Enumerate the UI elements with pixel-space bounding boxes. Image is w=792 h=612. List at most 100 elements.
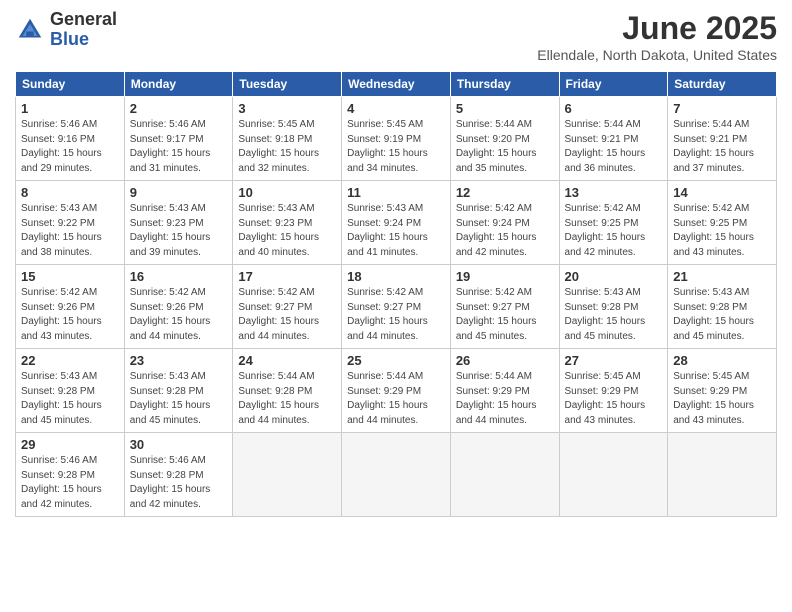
day-info: Sunrise: 5:46 AMSunset: 9:28 PMDaylight:… [130,455,211,510]
day-number: 28 [673,353,771,368]
day-number: 20 [565,269,663,284]
day-number: 25 [347,353,445,368]
day-info: Sunrise: 5:45 AMSunset: 9:29 PMDaylight:… [565,371,646,426]
logo-general: General [50,10,117,30]
table-row: 1 Sunrise: 5:46 AMSunset: 9:16 PMDayligh… [16,97,125,181]
table-row: 25 Sunrise: 5:44 AMSunset: 9:29 PMDaylig… [342,349,451,433]
table-row: 7 Sunrise: 5:44 AMSunset: 9:21 PMDayligh… [668,97,777,181]
table-row [233,433,342,517]
table-row: 12 Sunrise: 5:42 AMSunset: 9:24 PMDaylig… [450,181,559,265]
table-row: 10 Sunrise: 5:43 AMSunset: 9:23 PMDaylig… [233,181,342,265]
table-row: 13 Sunrise: 5:42 AMSunset: 9:25 PMDaylig… [559,181,668,265]
day-info: Sunrise: 5:43 AMSunset: 9:23 PMDaylight:… [130,203,211,258]
logo: General Blue [15,10,117,50]
table-row: 5 Sunrise: 5:44 AMSunset: 9:20 PMDayligh… [450,97,559,181]
day-number: 24 [238,353,336,368]
table-row: 24 Sunrise: 5:44 AMSunset: 9:28 PMDaylig… [233,349,342,433]
table-row: 21 Sunrise: 5:43 AMSunset: 9:28 PMDaylig… [668,265,777,349]
table-row: 9 Sunrise: 5:43 AMSunset: 9:23 PMDayligh… [124,181,233,265]
header-saturday: Saturday [668,72,777,97]
day-number: 4 [347,101,445,116]
day-number: 10 [238,185,336,200]
day-info: Sunrise: 5:46 AMSunset: 9:28 PMDaylight:… [21,455,102,510]
day-number: 1 [21,101,119,116]
table-row: 30 Sunrise: 5:46 AMSunset: 9:28 PMDaylig… [124,433,233,517]
day-number: 30 [130,437,228,452]
table-row: 8 Sunrise: 5:43 AMSunset: 9:22 PMDayligh… [16,181,125,265]
table-row [559,433,668,517]
day-info: Sunrise: 5:43 AMSunset: 9:22 PMDaylight:… [21,203,102,258]
day-number: 5 [456,101,554,116]
day-info: Sunrise: 5:42 AMSunset: 9:25 PMDaylight:… [673,203,754,258]
page: General Blue June 2025 Ellendale, North … [0,0,792,612]
day-number: 9 [130,185,228,200]
day-info: Sunrise: 5:44 AMSunset: 9:20 PMDaylight:… [456,119,537,174]
header-wednesday: Wednesday [342,72,451,97]
day-info: Sunrise: 5:42 AMSunset: 9:27 PMDaylight:… [456,287,537,342]
day-number: 19 [456,269,554,284]
header-tuesday: Tuesday [233,72,342,97]
day-info: Sunrise: 5:44 AMSunset: 9:28 PMDaylight:… [238,371,319,426]
day-info: Sunrise: 5:44 AMSunset: 9:21 PMDaylight:… [673,119,754,174]
table-row: 2 Sunrise: 5:46 AMSunset: 9:17 PMDayligh… [124,97,233,181]
day-number: 22 [21,353,119,368]
table-row: 28 Sunrise: 5:45 AMSunset: 9:29 PMDaylig… [668,349,777,433]
table-row [668,433,777,517]
day-number: 17 [238,269,336,284]
logo-icon [15,15,45,45]
table-row: 14 Sunrise: 5:42 AMSunset: 9:25 PMDaylig… [668,181,777,265]
day-info: Sunrise: 5:42 AMSunset: 9:26 PMDaylight:… [130,287,211,342]
table-row: 19 Sunrise: 5:42 AMSunset: 9:27 PMDaylig… [450,265,559,349]
table-row: 20 Sunrise: 5:43 AMSunset: 9:28 PMDaylig… [559,265,668,349]
day-number: 26 [456,353,554,368]
day-number: 13 [565,185,663,200]
table-row: 11 Sunrise: 5:43 AMSunset: 9:24 PMDaylig… [342,181,451,265]
day-number: 8 [21,185,119,200]
day-number: 12 [456,185,554,200]
day-number: 3 [238,101,336,116]
title-block: June 2025 Ellendale, North Dakota, Unite… [537,10,777,63]
day-info: Sunrise: 5:42 AMSunset: 9:26 PMDaylight:… [21,287,102,342]
table-row: 23 Sunrise: 5:43 AMSunset: 9:28 PMDaylig… [124,349,233,433]
day-info: Sunrise: 5:43 AMSunset: 9:23 PMDaylight:… [238,203,319,258]
day-info: Sunrise: 5:43 AMSunset: 9:24 PMDaylight:… [347,203,428,258]
calendar-table: Sunday Monday Tuesday Wednesday Thursday… [15,71,777,517]
day-info: Sunrise: 5:45 AMSunset: 9:19 PMDaylight:… [347,119,428,174]
day-info: Sunrise: 5:43 AMSunset: 9:28 PMDaylight:… [565,287,646,342]
day-info: Sunrise: 5:44 AMSunset: 9:29 PMDaylight:… [347,371,428,426]
day-number: 15 [21,269,119,284]
table-row: 16 Sunrise: 5:42 AMSunset: 9:26 PMDaylig… [124,265,233,349]
header-monday: Monday [124,72,233,97]
day-number: 7 [673,101,771,116]
day-info: Sunrise: 5:43 AMSunset: 9:28 PMDaylight:… [130,371,211,426]
day-number: 14 [673,185,771,200]
month-title: June 2025 [537,10,777,47]
day-info: Sunrise: 5:42 AMSunset: 9:27 PMDaylight:… [238,287,319,342]
day-number: 16 [130,269,228,284]
day-number: 11 [347,185,445,200]
table-row: 6 Sunrise: 5:44 AMSunset: 9:21 PMDayligh… [559,97,668,181]
calendar-header-row: Sunday Monday Tuesday Wednesday Thursday… [16,72,777,97]
table-row: 18 Sunrise: 5:42 AMSunset: 9:27 PMDaylig… [342,265,451,349]
table-row: 27 Sunrise: 5:45 AMSunset: 9:29 PMDaylig… [559,349,668,433]
day-info: Sunrise: 5:42 AMSunset: 9:27 PMDaylight:… [347,287,428,342]
day-number: 23 [130,353,228,368]
header: General Blue June 2025 Ellendale, North … [15,10,777,63]
day-info: Sunrise: 5:46 AMSunset: 9:17 PMDaylight:… [130,119,211,174]
day-info: Sunrise: 5:45 AMSunset: 9:18 PMDaylight:… [238,119,319,174]
day-info: Sunrise: 5:43 AMSunset: 9:28 PMDaylight:… [21,371,102,426]
day-number: 2 [130,101,228,116]
table-row: 22 Sunrise: 5:43 AMSunset: 9:28 PMDaylig… [16,349,125,433]
day-number: 6 [565,101,663,116]
day-number: 29 [21,437,119,452]
header-sunday: Sunday [16,72,125,97]
table-row [342,433,451,517]
header-thursday: Thursday [450,72,559,97]
location: Ellendale, North Dakota, United States [537,47,777,63]
logo-text: General Blue [50,10,117,50]
day-info: Sunrise: 5:46 AMSunset: 9:16 PMDaylight:… [21,119,102,174]
table-row: 4 Sunrise: 5:45 AMSunset: 9:19 PMDayligh… [342,97,451,181]
table-row: 15 Sunrise: 5:42 AMSunset: 9:26 PMDaylig… [16,265,125,349]
day-number: 27 [565,353,663,368]
table-row: 26 Sunrise: 5:44 AMSunset: 9:29 PMDaylig… [450,349,559,433]
